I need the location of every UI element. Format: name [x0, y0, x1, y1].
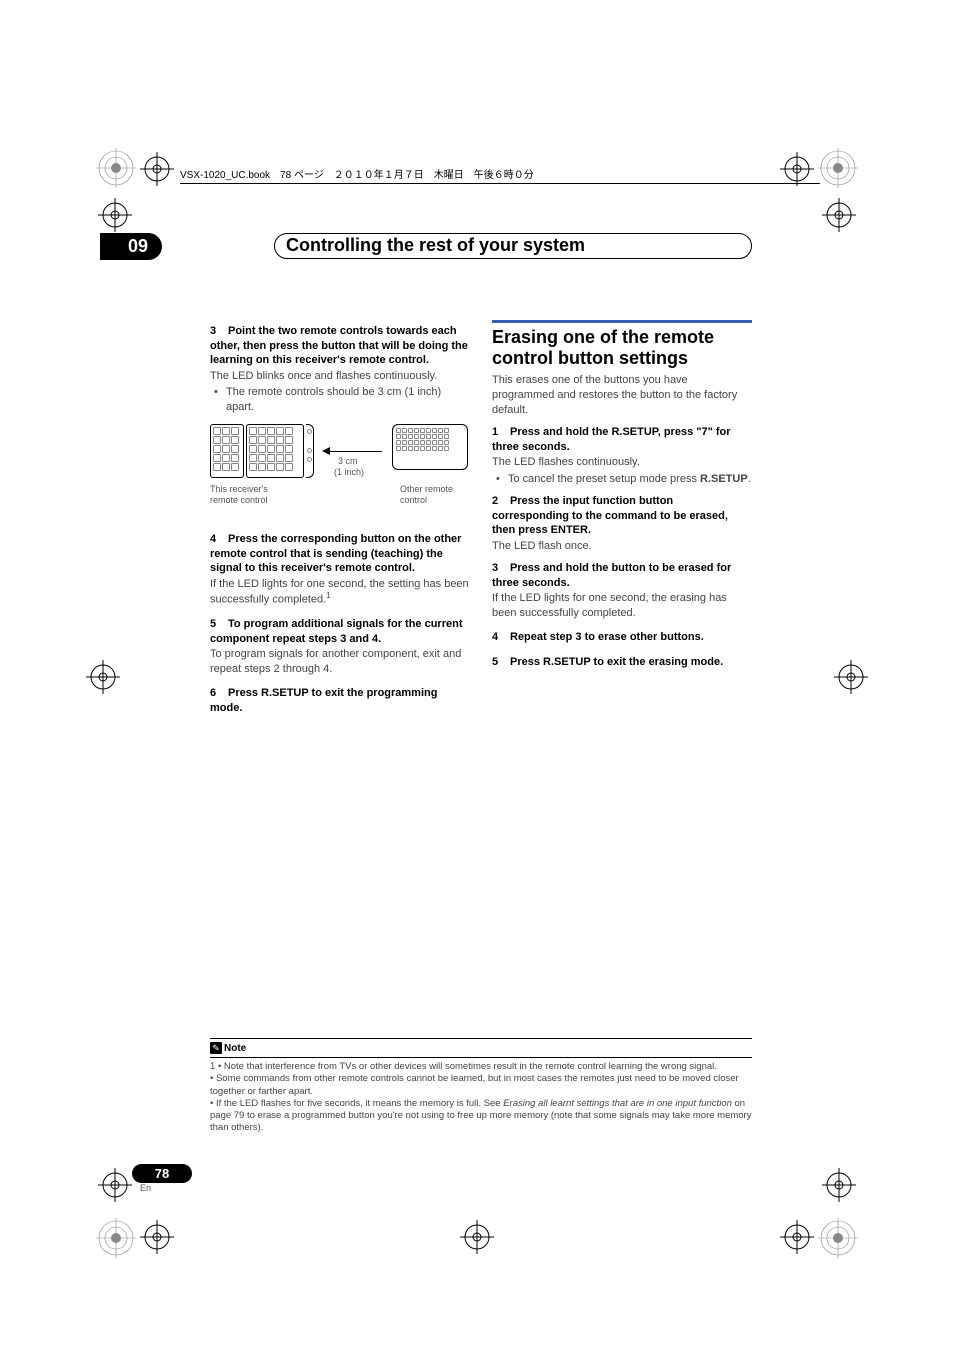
- crosshair-icon: [98, 1168, 132, 1202]
- right-column: Erasing one of the remote control button…: [492, 320, 752, 715]
- registration-mark-icon: [818, 148, 858, 188]
- crosshair-icon: [822, 198, 856, 232]
- arrow-line-icon: [330, 451, 382, 452]
- header-rule: [180, 183, 820, 184]
- distance-label-2: (1 inch): [334, 467, 364, 479]
- receiver-remote-icon: [210, 424, 244, 478]
- section-intro: This erases one of the buttons you have …: [492, 373, 752, 417]
- footnote-ref: 1: [326, 591, 330, 600]
- left-column: 3Point the two remote controls towards e…: [210, 320, 470, 715]
- registration-mark-icon: [818, 1218, 858, 1258]
- remote-diagram: 3 cm (1 inch) This receiver's remote con…: [210, 424, 470, 524]
- crosshair-icon: [140, 1220, 174, 1254]
- crosshair-icon: [86, 660, 120, 694]
- registration-mark-icon: [96, 148, 136, 188]
- crosshair-icon: [780, 1220, 814, 1254]
- footnote-3-italic: Erasing all learnt settings that are in …: [503, 1098, 732, 1109]
- step-4-head: 4Press the corresponding button on the o…: [210, 532, 470, 576]
- note-icon: ✎: [210, 1042, 222, 1054]
- r-step-4-head: 4Repeat step 3 to erase other buttons.: [492, 630, 752, 645]
- receiver-remote-icon: [246, 424, 304, 478]
- footnote-lead: 1: [210, 1061, 218, 1072]
- footnote-3a: • If the LED flashes for five seconds, i…: [210, 1098, 503, 1109]
- receiver-remote-label-2: remote control: [210, 495, 268, 507]
- r-step-3-body: If the LED lights for one second, the er…: [492, 591, 752, 620]
- registration-mark-icon: [96, 1218, 136, 1258]
- crosshair-icon: [140, 152, 174, 186]
- r-step-2-head: 2Press the input function button corresp…: [492, 494, 752, 538]
- chapter-bar: 09 Controlling the rest of your system: [100, 233, 850, 263]
- other-remote-icon: [392, 424, 468, 470]
- footnote-1: • Note that interference from TVs or oth…: [218, 1061, 717, 1072]
- page-badge: 78 En: [132, 1164, 192, 1190]
- footnote-rule: [210, 1057, 752, 1058]
- step-5-head: 5To program additional signals for the c…: [210, 617, 470, 646]
- r-step-1-body: The LED flashes continuously.: [492, 455, 752, 470]
- other-remote-label-2: control: [400, 495, 427, 507]
- r-step-1-head: 1Press and hold the R.SETUP, press "7" f…: [492, 425, 752, 454]
- receiver-remote-tip-icon: [306, 424, 314, 478]
- arrow-left-icon: [322, 447, 330, 455]
- crosshair-icon: [460, 1220, 494, 1254]
- print-header-text: VSX-1020_UC.book 78 ページ ２０１０年１月７日 木曜日 午後…: [180, 170, 534, 181]
- r-step-3-head: 3Press and hold the button to be erased …: [492, 561, 752, 590]
- chapter-number: 09: [100, 233, 162, 260]
- note-label: Note: [224, 1043, 246, 1056]
- footnote-box: ✎Note 1 • Note that interference from TV…: [210, 1038, 752, 1134]
- footnote-2: • Some commands from other remote contro…: [210, 1073, 739, 1096]
- footnote-body: 1 • Note that interference from TVs or o…: [210, 1061, 752, 1134]
- section-title: Erasing one of the remote control button…: [492, 320, 752, 369]
- step-5-body: To program signals for another component…: [210, 647, 470, 676]
- step-3-bullet: The remote controls should be 3 cm (1 in…: [226, 385, 470, 414]
- r-step-1-bullet: To cancel the preset setup mode press R.…: [508, 472, 752, 487]
- page-number: 78: [132, 1164, 192, 1183]
- crosshair-icon: [822, 1168, 856, 1202]
- step-3-head: 3Point the two remote controls towards e…: [210, 324, 470, 368]
- crosshair-icon: [834, 660, 868, 694]
- crosshair-icon: [98, 198, 132, 232]
- step-6-head: 6Press R.SETUP to exit the programming m…: [210, 686, 470, 715]
- chapter-title: Controlling the rest of your system: [286, 233, 585, 256]
- footnote-rule: [210, 1038, 752, 1039]
- page-lang: En: [140, 1183, 192, 1193]
- step-3-body: The LED blinks once and flashes continuo…: [210, 369, 470, 384]
- r-step-2-body: The LED flash once.: [492, 539, 752, 554]
- step-4-body: If the LED lights for one second, the se…: [210, 577, 470, 608]
- r-step-5-head: 5Press R.SETUP to exit the erasing mode.: [492, 655, 752, 670]
- print-header: VSX-1020_UC.book 78 ページ ２０１０年１月７日 木曜日 午後…: [180, 166, 820, 184]
